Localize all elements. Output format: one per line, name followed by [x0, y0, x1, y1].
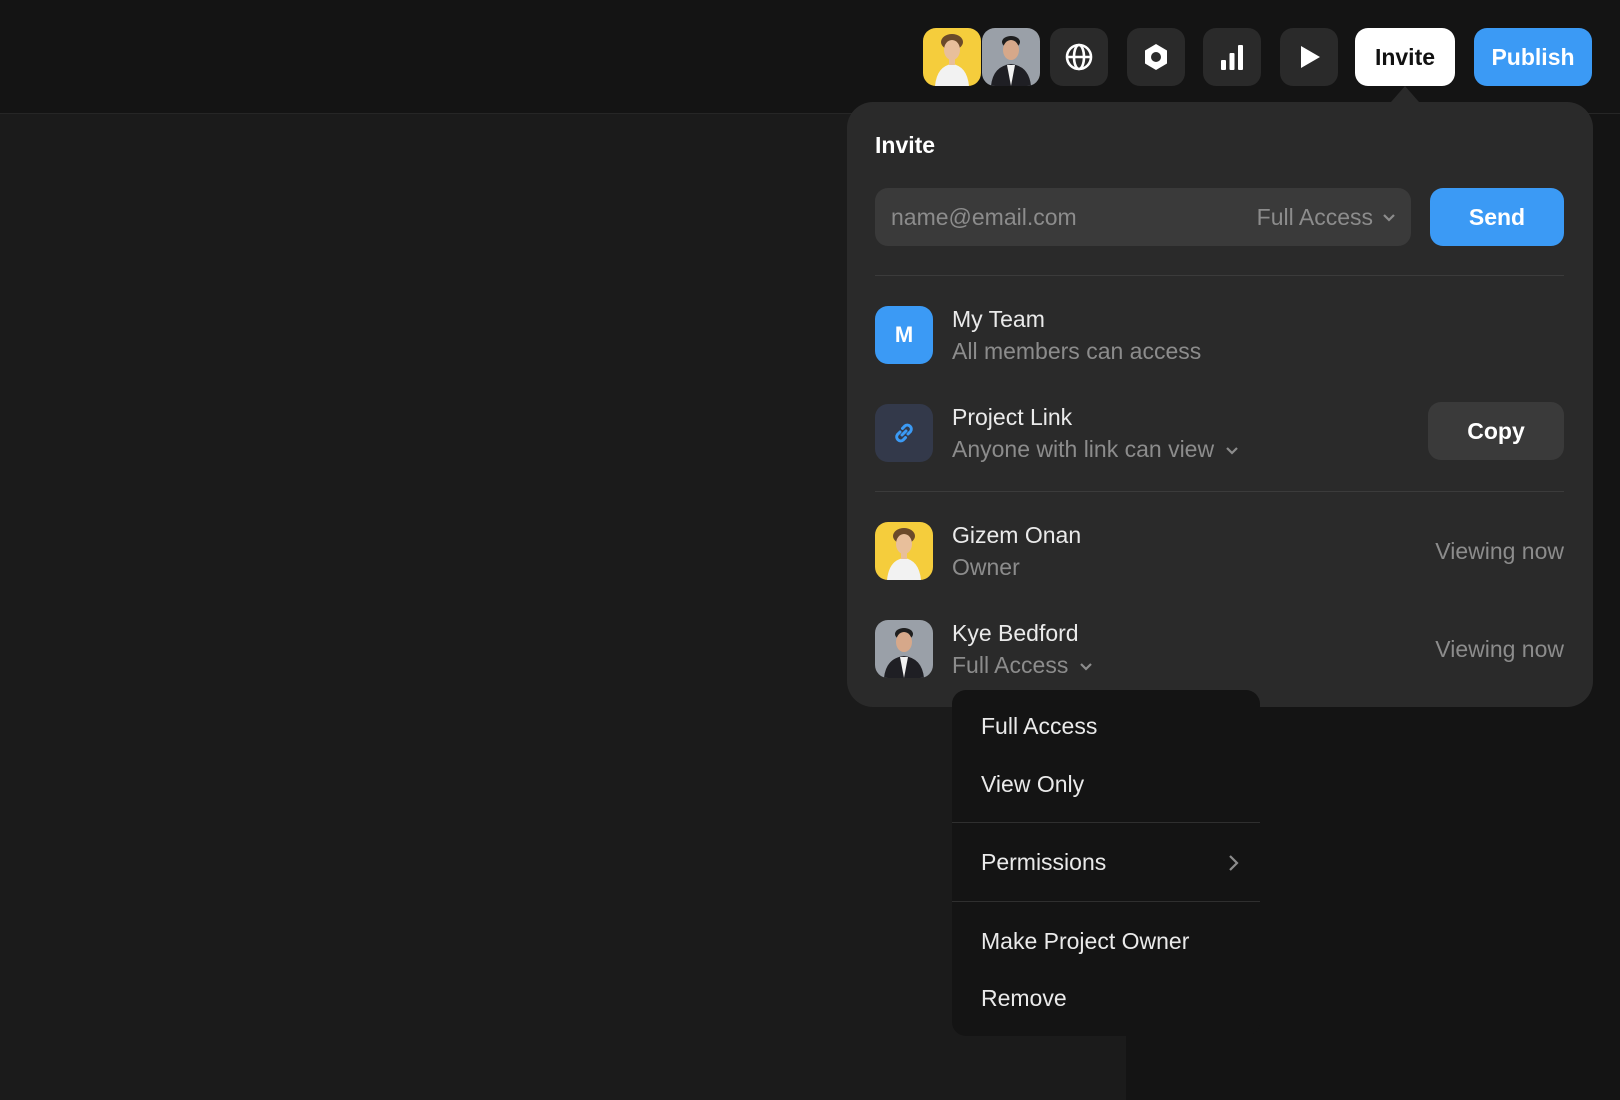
- menu-divider: [952, 901, 1260, 902]
- member-role: Owner: [952, 554, 1020, 580]
- invite-button[interactable]: Invite: [1355, 28, 1455, 86]
- chevron-down-icon: [1080, 662, 1093, 671]
- panel-title: Invite: [875, 132, 936, 158]
- avatar-kye-bedford: [875, 620, 933, 678]
- menu-item-view-only[interactable]: View Only: [981, 771, 1241, 798]
- menu-divider: [952, 822, 1260, 823]
- divider: [875, 491, 1564, 492]
- member-name: Kye Bedford: [952, 620, 1079, 646]
- chevron-down-icon: [1383, 214, 1395, 222]
- avatar-gizem-onan: [875, 522, 933, 580]
- member-access-label: Full Access: [952, 652, 1069, 678]
- access-dropdown-menu: Full Access View Only Permissions Make P…: [952, 690, 1260, 1036]
- link-permission-select[interactable]: Anyone with link can view: [952, 436, 1240, 463]
- publish-button[interactable]: Publish: [1474, 28, 1592, 86]
- link-icon: [875, 404, 933, 462]
- play-icon[interactable]: [1280, 28, 1338, 86]
- avatar-kye-bedford[interactable]: [982, 28, 1040, 86]
- team-description: All members can access: [952, 338, 1202, 364]
- globe-icon[interactable]: [1050, 28, 1108, 86]
- menu-item-remove[interactable]: Remove: [981, 985, 1241, 1012]
- member-access-select[interactable]: Full Access: [952, 652, 1094, 679]
- member-name: Gizem Onan: [952, 522, 1082, 548]
- copy-link-button[interactable]: Copy: [1428, 402, 1564, 460]
- access-level-label: Full Access: [1256, 203, 1373, 230]
- bar-chart-icon[interactable]: [1203, 28, 1261, 86]
- menu-item-full-access[interactable]: Full Access: [981, 713, 1241, 740]
- chevron-right-icon: [1229, 854, 1239, 871]
- link-permission-label: Anyone with link can view: [952, 436, 1215, 462]
- send-button[interactable]: Send: [1430, 188, 1564, 246]
- menu-item-permissions[interactable]: Permissions: [981, 849, 1241, 876]
- top-toolbar: Invite Publish: [0, 0, 1620, 114]
- member-status: Viewing now: [1435, 538, 1564, 564]
- avatar-gizem-onan[interactable]: [923, 28, 981, 86]
- email-field[interactable]: Full Access: [875, 188, 1411, 246]
- invite-panel: Invite Full Access Send M My Team All me…: [847, 102, 1593, 707]
- hexagon-settings-icon[interactable]: [1127, 28, 1185, 86]
- email-input[interactable]: [891, 188, 1221, 246]
- team-avatar: M: [875, 306, 933, 364]
- project-link-title: Project Link: [952, 404, 1073, 430]
- chevron-down-icon: [1226, 446, 1238, 455]
- access-level-select[interactable]: Full Access: [1257, 188, 1397, 246]
- team-name: My Team: [952, 306, 1045, 332]
- divider: [875, 275, 1564, 276]
- member-status: Viewing now: [1435, 636, 1564, 662]
- menu-item-make-owner[interactable]: Make Project Owner: [981, 928, 1241, 955]
- popover-caret: [1391, 86, 1419, 102]
